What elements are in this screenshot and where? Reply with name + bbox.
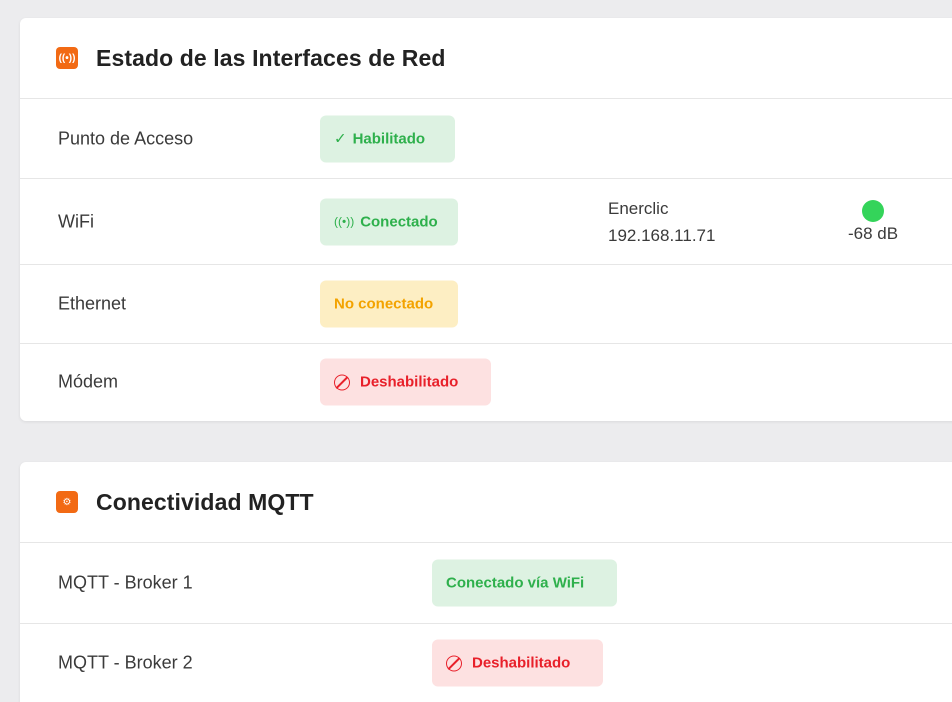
mqtt-card-header: ⚙ Conectividad MQTT [20, 462, 952, 543]
status-badge: Deshabilitado [320, 358, 491, 406]
network-card-header: ((•)) Estado de las Interfaces de Red [20, 18, 952, 99]
status-badge-label: No conectado [334, 295, 434, 313]
network-interfaces-card: ((•)) Estado de las Interfaces de Red Pu… [20, 18, 952, 421]
check-icon: ✓ [334, 130, 347, 148]
ban-icon [334, 374, 350, 390]
mqtt-connectivity-card: ⚙ Conectividad MQTT MQTT - Broker 1 Cone… [20, 462, 952, 702]
signal-status-dot-icon [862, 199, 885, 222]
row-label: Ethernet [58, 293, 127, 314]
row-label: Módem [58, 371, 119, 392]
status-badge-label: Habilitado [352, 130, 426, 147]
status-badge: Conectado vía WiFi [432, 559, 617, 607]
status-badge: Deshabilitado [432, 639, 603, 687]
row-label: WiFi [58, 211, 94, 231]
gears-icon: ⚙ [56, 491, 78, 513]
broadcast-icon: ((•)) [56, 47, 78, 69]
interface-row-modem: Módem Deshabilitado [20, 344, 952, 420]
signal-strength-value: -68 dB [848, 223, 899, 243]
status-badge: No conectado [320, 280, 458, 328]
mqtt-card-title: Conectividad MQTT [96, 488, 314, 515]
mqtt-row-broker-2: MQTT - Broker 2 Deshabilitado [20, 624, 952, 702]
signal-strength: -68 dB [848, 199, 899, 244]
status-badge-label: Conectado vía WiFi [446, 574, 585, 592]
status-badge: ((•)) Conectado [320, 198, 458, 245]
row-label: Punto de Acceso [58, 128, 194, 148]
network-card-title: Estado de las Interfaces de Red [96, 44, 446, 71]
status-badge-label: Deshabilitado [472, 654, 571, 672]
mqtt-row-broker-1: MQTT - Broker 1 Conectado vía WiFi [20, 543, 952, 624]
wifi-signal-icon: ((•)) [334, 214, 355, 229]
status-badge-label: Conectado [360, 213, 438, 230]
row-label: MQTT - Broker 2 [58, 652, 193, 673]
wifi-ip-address: 192.168.11.71 [608, 225, 716, 245]
wifi-ssid: Enerclic [608, 198, 669, 218]
interface-row-wifi: WiFi ((•)) Conectado Enerclic 192.168.11… [20, 179, 952, 265]
row-label: MQTT - Broker 1 [58, 572, 193, 593]
ban-icon [446, 655, 462, 671]
status-badge: ✓ Habilitado [320, 115, 455, 162]
interface-row-ethernet: Ethernet No conectado [20, 265, 952, 344]
wifi-details: Enerclic 192.168.11.71 [608, 195, 715, 249]
status-badge-label: Deshabilitado [360, 373, 459, 391]
interface-row-access-point: Punto de Acceso ✓ Habilitado [20, 99, 952, 179]
